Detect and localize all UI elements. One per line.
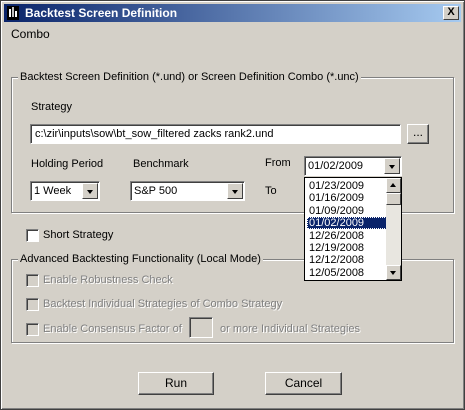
cancel-button-label: Cancel bbox=[284, 376, 323, 390]
holding-period-select[interactable]: 1 Week bbox=[30, 181, 100, 201]
arrow-up-icon bbox=[390, 183, 396, 187]
dropdown-option[interactable]: 12/05/2008 bbox=[307, 267, 389, 279]
holding-period-label: Holding Period bbox=[31, 158, 104, 170]
dropdown-option[interactable]: 12/12/2008 bbox=[307, 254, 389, 266]
individual-strategies-checkbox[interactable] bbox=[26, 298, 39, 311]
app-icon bbox=[7, 6, 19, 20]
from-date-dropdown-list[interactable]: 01/23/2009 01/16/2009 01/09/2009 01/02/2009… bbox=[304, 177, 402, 281]
run-button[interactable]: Run bbox=[138, 372, 214, 395]
consensus-label: Enable Consensus Factor of bbox=[43, 323, 182, 335]
advanced-group-legend: Advanced Backtesting Functionality (Loca… bbox=[18, 253, 263, 265]
scroll-thumb[interactable] bbox=[386, 193, 401, 205]
window-title: Backtest Screen Definition bbox=[25, 6, 178, 20]
consensus-suffix: or more Individual Strategies bbox=[220, 323, 361, 335]
chevron-down-icon bbox=[232, 190, 238, 194]
benchmark-dropdown-button[interactable] bbox=[227, 183, 243, 199]
short-strategy-label: Short Strategy bbox=[43, 229, 114, 241]
robustness-label: Enable Robustness Check bbox=[43, 274, 173, 286]
holding-period-value: 1 Week bbox=[34, 185, 72, 197]
browse-button[interactable]: ... bbox=[407, 124, 429, 144]
browse-button-label: ... bbox=[412, 125, 423, 139]
holding-period-dropdown-button[interactable] bbox=[82, 183, 98, 199]
chevron-down-icon bbox=[87, 190, 93, 194]
title-bar[interactable]: Backtest Screen Definition X bbox=[4, 4, 461, 22]
dialog-window: Backtest Screen Definition X Combo Backt… bbox=[0, 0, 465, 410]
dropdown-option[interactable]: 12/26/2008 bbox=[307, 230, 389, 242]
from-date-select[interactable]: 01/02/2009 bbox=[304, 156, 402, 176]
mode-label: Combo bbox=[11, 27, 50, 41]
strategy-label: Strategy bbox=[31, 101, 72, 113]
dropdown-scrollbar[interactable] bbox=[386, 178, 401, 280]
close-icon: X bbox=[447, 6, 455, 18]
chevron-down-icon bbox=[389, 165, 395, 169]
to-label: To bbox=[265, 185, 277, 197]
definition-group-legend: Backtest Screen Definition (*.und) or Sc… bbox=[18, 71, 361, 83]
scroll-up-button[interactable] bbox=[386, 178, 401, 193]
dropdown-option[interactable]: 01/23/2009 bbox=[307, 180, 389, 192]
consensus-count-input[interactable] bbox=[189, 317, 213, 338]
from-date-value: 01/02/2009 bbox=[308, 160, 364, 172]
strategy-input[interactable]: c:\zir\inputs\sow\bt_sow_filtered zacks … bbox=[30, 124, 401, 144]
dropdown-option[interactable]: 01/02/2009 bbox=[307, 217, 389, 230]
arrow-down-icon bbox=[390, 271, 396, 275]
from-date-dropdown-button[interactable] bbox=[384, 158, 400, 174]
close-button[interactable]: X bbox=[443, 6, 459, 20]
benchmark-select[interactable]: S&P 500 bbox=[130, 181, 245, 201]
run-button-label: Run bbox=[164, 376, 187, 390]
consensus-checkbox[interactable] bbox=[26, 323, 39, 336]
strategy-input-value: c:\zir\inputs\sow\bt_sow_filtered zacks … bbox=[35, 128, 274, 140]
benchmark-label: Benchmark bbox=[133, 158, 189, 170]
dropdown-option[interactable]: 01/16/2009 bbox=[307, 192, 389, 204]
robustness-checkbox[interactable] bbox=[26, 274, 39, 287]
benchmark-value: S&P 500 bbox=[134, 185, 178, 197]
cancel-button[interactable]: Cancel bbox=[265, 372, 342, 395]
individual-strategies-label: Backtest Individual Strategies of Combo … bbox=[43, 298, 283, 310]
short-strategy-checkbox[interactable] bbox=[26, 229, 39, 242]
dropdown-option[interactable]: 01/09/2009 bbox=[307, 205, 389, 217]
from-label: From bbox=[265, 157, 291, 169]
dropdown-option[interactable]: 12/19/2008 bbox=[307, 242, 389, 254]
scroll-down-button[interactable] bbox=[386, 265, 401, 280]
